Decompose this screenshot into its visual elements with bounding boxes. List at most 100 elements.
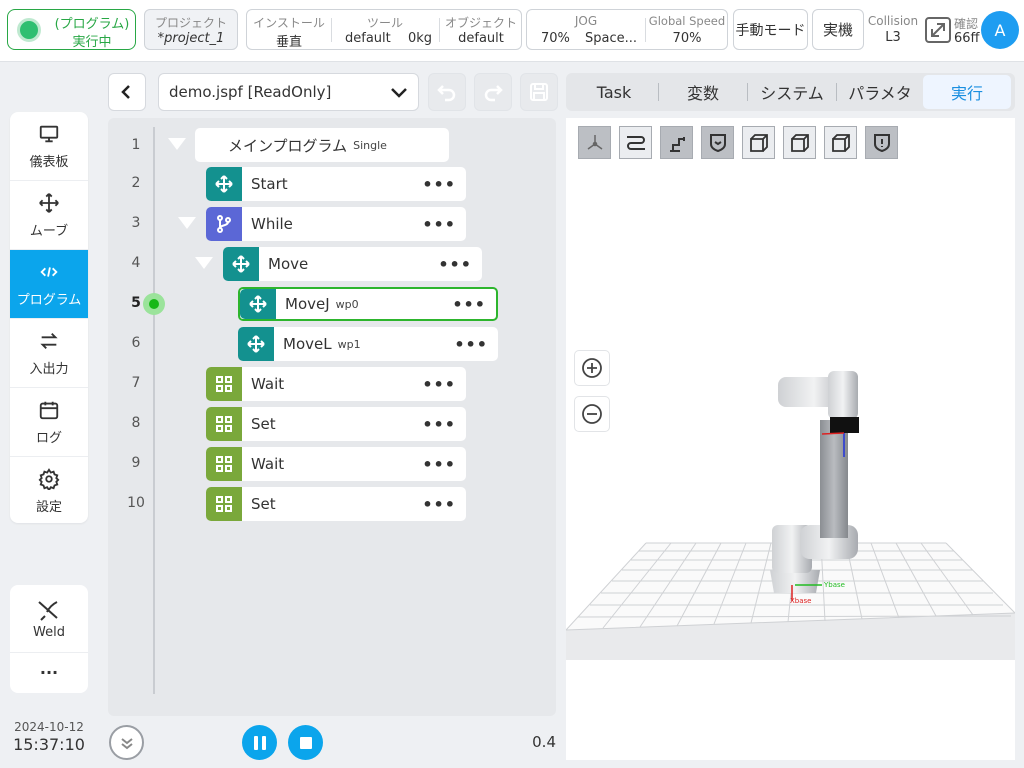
node-sub-label: Single [353,138,387,152]
collapse-toggle-icon[interactable] [168,138,186,150]
node-label: While [251,215,293,233]
tree-node-wait[interactable]: Wait ••• [206,447,466,481]
collapse-toggle-icon[interactable] [178,217,196,229]
real-machine-button[interactable]: 実機 [812,9,864,50]
tree-node-while[interactable]: While ••• [206,207,466,241]
tab-parameters[interactable]: パラメタ [837,73,923,111]
collision-label: Collision [867,14,919,28]
sidebar-item-move[interactable]: ムーブ [10,181,88,250]
view-front-button[interactable] [742,126,775,159]
tree-node-wait[interactable]: Wait ••• [206,367,466,401]
chevron-down-circle-icon [120,737,133,749]
shield-alert-icon [873,133,890,152]
axes-icon [587,134,602,150]
node-more-button[interactable]: ••• [422,495,456,514]
view-path-button[interactable] [619,126,652,159]
node-more-button[interactable]: ••• [422,415,456,434]
jog-frame: Space... [585,31,638,46]
divider [645,18,646,42]
tree-node-move[interactable]: Move ••• [223,247,482,281]
manual-mode-button[interactable]: 手動モード [733,9,808,50]
node-more-button[interactable]: ••• [438,255,472,274]
grid-icon [206,487,242,521]
installation-info[interactable]: インストール 垂直 ツール default 0kg オブジェクト default [246,9,522,50]
tree-node-set[interactable]: Set ••• [206,487,466,521]
back-button[interactable] [108,73,146,111]
view-axes-button[interactable] [578,126,611,159]
redo-button[interactable] [474,73,512,111]
tool-name: default [345,31,391,46]
tree-node-main-program[interactable]: メインプログラム Single [195,128,449,162]
datetime-display: 2024-10-12 15:37:10 [10,720,88,754]
pause-button[interactable] [242,725,277,760]
move-arrows-icon [240,289,276,319]
plugin-panel: Weld ... [10,585,88,693]
node-more-button[interactable]: ••• [422,215,456,234]
move-arrows-icon [223,247,259,281]
running-status-dot [17,18,41,42]
sidebar-item-label: 設定 [35,500,62,515]
chevron-left-icon [121,85,130,99]
project-label: プロジェクト [154,16,227,30]
object-label: オブジェクト [444,16,517,30]
tool-weight: 0kg [408,31,433,46]
tree-rail [153,127,155,694]
monitor-icon [39,125,59,142]
tree-node-movej[interactable]: MoveJ wp0 ••• [238,287,498,321]
project-name: *project_1 [157,31,225,46]
more-plugins-button[interactable]: ... [10,655,88,691]
stop-button[interactable] [288,725,323,760]
tab-run[interactable]: 実行 [923,75,1011,109]
collapse-toggle-icon[interactable] [195,257,213,269]
line-number: 3 [131,215,141,231]
view-top-button[interactable] [824,126,857,159]
weld-button[interactable]: Weld [10,585,88,653]
sidebar-item-settings[interactable]: 設定 [10,457,88,523]
top-status-bar: (プログラム) 実行中 プロジェクト *project_1 インストール 垂直 … [0,0,1024,62]
user-avatar[interactable]: A [981,11,1019,49]
node-more-button[interactable]: ••• [422,175,456,194]
node-label: Wait [251,375,285,393]
jog-percent: 70% [541,31,570,46]
tab-task[interactable]: Task [570,73,658,111]
collision-level: L3 [885,30,901,45]
tree-node-start[interactable]: Start ••• [206,167,466,201]
swap-arrows-icon [40,332,58,349]
view-shield-button[interactable] [701,126,734,159]
sidebar-item-log[interactable]: ログ [10,388,88,457]
jog-settings[interactable]: JOG 70% Space... Global Speed 70% [526,9,728,50]
scroll-to-current-button[interactable] [109,725,144,760]
axis-x-label: Xbase [790,597,811,605]
node-more-button[interactable]: ••• [422,375,456,394]
tree-node-set[interactable]: Set ••• [206,407,466,441]
sidebar-item-label: プログラム [16,292,82,308]
global-speed-label: Global Speed [648,14,726,28]
node-label: Move [268,255,309,273]
save-button[interactable] [520,73,558,111]
cube-icon [831,133,850,152]
right-panel-tabs: Task 変数 システム パラメタ 実行 [566,73,1015,111]
expand-icon[interactable] [924,16,952,44]
sidebar-item-io[interactable]: 入出力 [10,319,88,388]
global-speed-value: 70% [672,31,702,46]
view-robot-button[interactable] [660,126,693,159]
view-side-button[interactable] [783,126,816,159]
tool-label: ツール [366,16,403,30]
chevron-down-icon [391,88,407,98]
tab-variables[interactable]: 変数 [659,73,747,111]
tree-node-movel[interactable]: MoveL wp1 ••• [238,327,498,361]
node-more-button[interactable]: ••• [454,335,488,354]
sidebar-item-program[interactable]: プログラム [10,250,88,319]
save-icon [530,83,548,101]
robot-arm-model: Ybase Xbase [770,371,859,605]
project-selector[interactable]: プロジェクト *project_1 [144,9,238,50]
tab-system[interactable]: システム [748,73,836,111]
weld-label: Weld [33,624,65,640]
undo-button[interactable] [428,73,466,111]
view-safety-button[interactable] [865,126,898,159]
program-file-select[interactable]: demo.jspf [ReadOnly] [158,73,419,111]
node-more-button[interactable]: ••• [452,295,486,314]
node-more-button[interactable]: ••• [422,455,456,474]
sidebar-item-dashboard[interactable]: 儀表板 [10,112,88,181]
program-status-indicator[interactable]: (プログラム) 実行中 [7,9,136,50]
